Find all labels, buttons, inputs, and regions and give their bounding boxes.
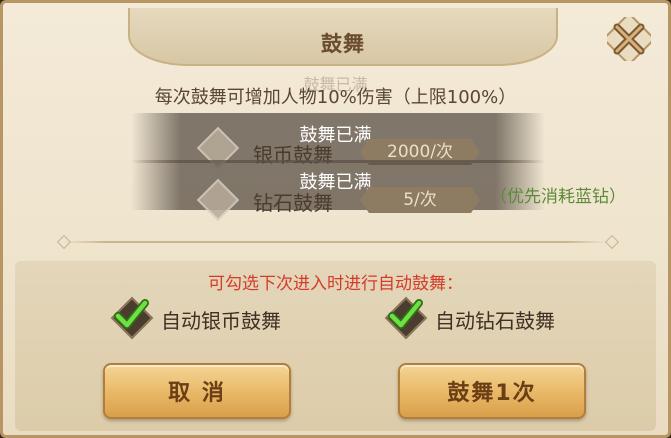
auto-silver-label[interactable]: 自动银币鼓舞: [161, 305, 281, 334]
cancel-button-label: 取 消: [168, 381, 226, 406]
auto-diamond-checkbox[interactable]: [384, 296, 428, 340]
check-icon: [114, 299, 149, 329]
silver-full-text: 鼓舞已满: [299, 125, 372, 146]
close-icon: [607, 17, 651, 61]
inspire-info: 每次鼓舞可增加人物10%伤害（上限100%）: [154, 87, 517, 108]
auto-silver-checkbox[interactable]: [110, 296, 154, 340]
cancel-button[interactable]: 取 消: [103, 363, 291, 419]
section-divider: [63, 241, 608, 243]
auto-inspire-hint: 可勾选下次进入时进行自动鼓舞：: [208, 274, 463, 294]
auto-diamond-label[interactable]: 自动钻石鼓舞: [435, 305, 555, 334]
blue-diamond-hint: （优先消耗蓝钻）: [490, 187, 626, 207]
close-button[interactable]: [605, 15, 653, 63]
dialog-title: 鼓舞: [321, 32, 365, 56]
inspire-once-button-label: 鼓舞1次: [447, 381, 537, 406]
inspire-dialog: 鼓舞 鼓舞已满 每次鼓舞可增加人物10%伤害（上限100%） 鼓舞已满 银币鼓舞…: [0, 0, 671, 438]
title-bar: 鼓舞: [128, 8, 558, 66]
diamond-cost-badge: 5/次: [360, 187, 480, 213]
inspire-once-button[interactable]: 鼓舞1次: [398, 363, 586, 419]
check-icon: [388, 299, 423, 329]
divider-ornament-right: [604, 234, 620, 250]
diamond-inspire-label: 钻石鼓舞: [253, 191, 333, 215]
